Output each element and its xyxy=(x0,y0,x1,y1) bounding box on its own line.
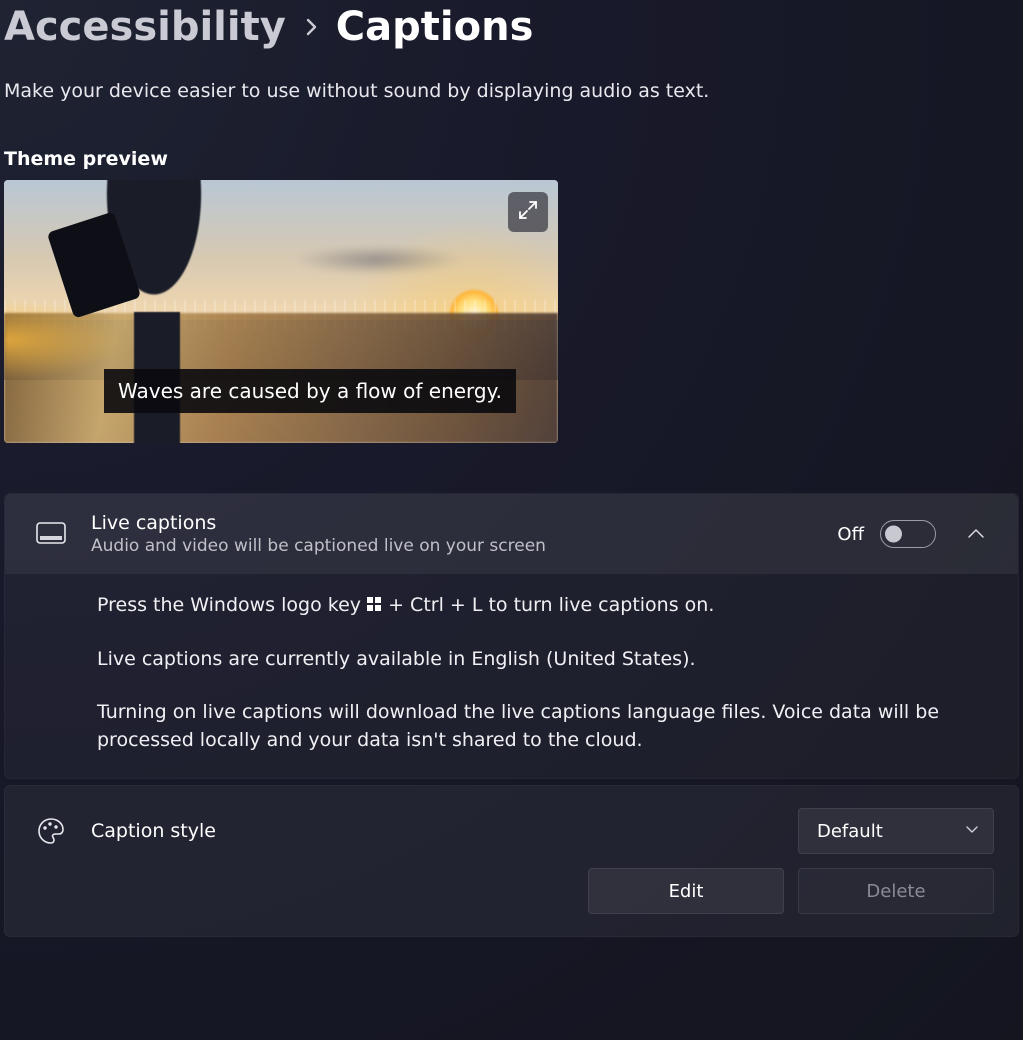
theme-preview: Waves are caused by a flow of energy. xyxy=(4,180,558,443)
caption-style-selected: Default xyxy=(817,821,883,842)
live-captions-header[interactable]: Live captions Audio and video will be ca… xyxy=(5,494,1018,574)
expand-preview-button[interactable] xyxy=(508,192,548,232)
breadcrumb: Accessibility Captions xyxy=(4,4,1019,50)
live-captions-download-notice: Turning on live captions will download t… xyxy=(97,699,994,754)
caption-style-title: Caption style xyxy=(91,820,776,842)
page-description: Make your device easier to use without s… xyxy=(4,80,1019,102)
caption-style-dropdown[interactable]: Default xyxy=(798,808,994,854)
windows-logo-icon xyxy=(367,597,382,612)
breadcrumb-parent[interactable]: Accessibility xyxy=(4,4,286,50)
captions-icon xyxy=(33,522,69,546)
live-captions-subtitle: Audio and video will be captioned live o… xyxy=(91,536,815,556)
live-captions-card: Live captions Audio and video will be ca… xyxy=(4,493,1019,779)
expand-icon xyxy=(518,200,538,224)
chevron-right-icon xyxy=(304,17,318,43)
palette-icon xyxy=(33,816,69,846)
live-captions-availability: Live captions are currently available in… xyxy=(97,646,994,674)
caption-style-card: Caption style Default Edit Delete xyxy=(4,785,1019,937)
live-captions-toggle-label: Off xyxy=(837,524,864,545)
chevron-down-icon xyxy=(965,823,979,839)
caption-style-header: Caption style Default xyxy=(5,786,1018,868)
theme-preview-label: Theme preview xyxy=(4,148,1019,170)
edit-button[interactable]: Edit xyxy=(588,868,784,914)
page-title: Captions xyxy=(336,4,534,50)
live-captions-body: Press the Windows logo key + Ctrl + L to… xyxy=(5,574,1018,778)
delete-button: Delete xyxy=(798,868,994,914)
live-captions-toggle[interactable] xyxy=(880,520,936,548)
chevron-up-icon xyxy=(967,525,985,544)
collapse-button[interactable] xyxy=(958,525,994,544)
live-captions-shortcut: Press the Windows logo key + Ctrl + L to… xyxy=(97,592,994,620)
live-captions-title: Live captions xyxy=(91,512,815,534)
caption-sample-text: Waves are caused by a flow of energy. xyxy=(104,369,516,413)
